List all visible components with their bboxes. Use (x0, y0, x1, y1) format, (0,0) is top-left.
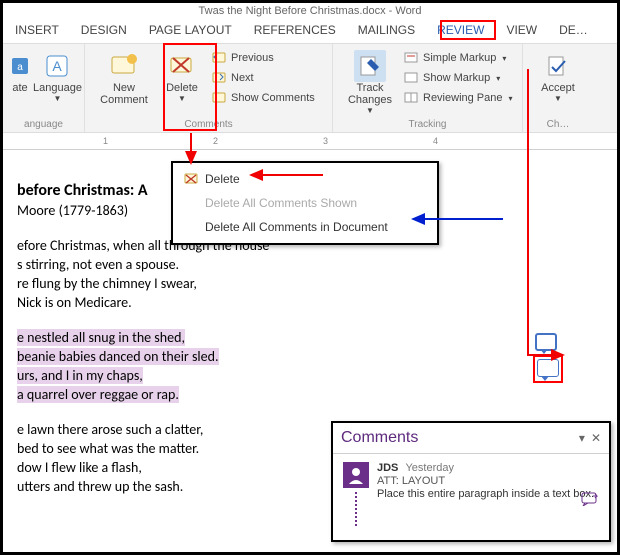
new-comment-icon (108, 50, 140, 82)
comment-att: ATT: LAYOUT (377, 475, 599, 487)
thread-line (355, 492, 357, 526)
group-tracking: Track Changes ▼ Simple Markup ▾ Show Mar… (333, 44, 523, 132)
comments-pane-title: Comments (341, 429, 418, 447)
reviewing-pane-icon (403, 90, 419, 106)
markup-icon (403, 50, 419, 66)
comment-author: JDS (377, 462, 398, 474)
translate-label: ate (12, 82, 27, 94)
ruler-mark: 1 (103, 136, 108, 146)
track-changes-label: Track Changes (341, 82, 399, 106)
menu-item-delete-all-label: Delete All Comments in Document (205, 220, 388, 234)
svg-text:A: A (53, 58, 63, 74)
ruler-mark: 4 (433, 136, 438, 146)
ruler: 1 2 3 4 (3, 134, 617, 150)
ribbon-body: a ate A Language ▼ anguage (3, 43, 617, 133)
show-markup-button[interactable]: Show Markup ▾ (403, 68, 513, 88)
tab-insert[interactable]: INSERT (15, 23, 59, 37)
new-comment-label: New Comment (93, 82, 155, 106)
doc-line-hl: a quarrel over reggae or rap. (17, 386, 179, 403)
doc-line-hl: e nestled all snug in the shed, (17, 329, 185, 346)
ruler-mark: 2 (213, 136, 218, 146)
ruler-mark: 3 (323, 136, 328, 146)
group-language: a ate A Language ▼ anguage (3, 44, 85, 132)
track-changes-icon (354, 50, 386, 82)
annotation-bubble-highlight (533, 355, 563, 383)
menu-item-delete-shown: Delete All Comments Shown (173, 191, 437, 215)
language-button[interactable]: A Language ▼ (31, 48, 84, 105)
show-comments-label: Show Comments (231, 92, 315, 104)
comments-pane: Comments ▾ ✕ JDS Yesterday ATT: LAYOUT P… (331, 421, 611, 542)
ribbon-tabs: INSERT DESIGN PAGE LAYOUT REFERENCES MAI… (15, 23, 617, 37)
reviewing-pane-button[interactable]: Reviewing Pane ▾ (403, 88, 513, 108)
tab-design[interactable]: DESIGN (81, 23, 127, 37)
translate-button[interactable]: a ate (9, 48, 31, 96)
avatar (343, 462, 369, 488)
reply-icon[interactable] (581, 492, 599, 509)
tab-view[interactable]: VIEW (506, 23, 537, 37)
doc-line: Nick is on Medicare. (17, 294, 617, 311)
tab-references[interactable]: REFERENCES (254, 23, 336, 37)
delete-dropdown-menu: Delete Delete All Comments Shown Delete … (171, 161, 439, 245)
simple-markup-select[interactable]: Simple Markup ▾ (403, 48, 513, 68)
stanza-1: efore Christmas, when all through the ho… (17, 237, 617, 311)
accept-button[interactable]: Accept ▼ (529, 48, 587, 105)
doc-line: re flung by the chimney I swear, (17, 275, 617, 292)
stanza-2-highlighted: e nestled all snug in the shed, beanie b… (17, 329, 617, 403)
comments-pane-close-icon[interactable]: ✕ (591, 431, 601, 445)
svg-text:a: a (17, 62, 23, 73)
doc-line-hl: beanie babies danced on their sled. (17, 348, 219, 365)
comment-time: Yesterday (405, 462, 454, 474)
annotation-tab-highlight (440, 20, 496, 40)
show-markup-icon (403, 70, 419, 86)
track-changes-button[interactable]: Track Changes ▼ (339, 48, 401, 117)
group-changes-label: Ch… (529, 119, 587, 132)
window-title: Twas the Night Before Christmas.docx - W… (3, 3, 617, 21)
menu-item-delete-shown-label: Delete All Comments Shown (205, 196, 357, 210)
accept-label: Accept (541, 82, 575, 94)
simple-markup-label: Simple Markup (423, 52, 496, 64)
menu-item-delete[interactable]: Delete (173, 167, 437, 191)
menu-item-delete-all[interactable]: Delete All Comments in Document (173, 215, 437, 239)
annotation-delete-highlight (163, 43, 217, 131)
next-comment-button[interactable]: Next (211, 68, 315, 88)
accept-icon (542, 50, 574, 82)
previous-comment-button[interactable]: Previous (211, 48, 315, 68)
doc-line: s stirring, not even a spouse. (17, 256, 617, 273)
show-markup-label: Show Markup (423, 72, 490, 84)
comment-text: Place this entire paragraph inside a tex… (377, 488, 599, 500)
tab-dev[interactable]: DE… (559, 23, 588, 37)
group-language-label: anguage (9, 119, 78, 132)
doc-line-hl: urs, and I in my chaps, (17, 367, 143, 384)
comments-pane-menu-icon[interactable]: ▾ (579, 431, 585, 445)
new-comment-button[interactable]: New Comment (91, 48, 157, 108)
next-label: Next (231, 72, 254, 84)
menu-item-delete-label: Delete (205, 172, 240, 186)
language-label: Language (33, 82, 82, 94)
reviewing-pane-label: Reviewing Pane (423, 92, 503, 104)
comment-item[interactable]: JDS Yesterday ATT: LAYOUT Place this ent… (333, 454, 609, 540)
show-comments-button[interactable]: Show Comments (211, 88, 315, 108)
tab-page-layout[interactable]: PAGE LAYOUT (149, 23, 232, 37)
group-tracking-label: Tracking (339, 119, 516, 132)
previous-label: Previous (231, 52, 274, 64)
globe-icon: A (41, 50, 73, 82)
comment-bubble-icon[interactable] (535, 333, 557, 351)
tab-mailings[interactable]: MAILINGS (358, 23, 415, 37)
group-changes: Accept ▼ Ch… (523, 44, 593, 132)
comments-pane-header: Comments ▾ ✕ (333, 423, 609, 454)
delete-icon (183, 171, 199, 187)
